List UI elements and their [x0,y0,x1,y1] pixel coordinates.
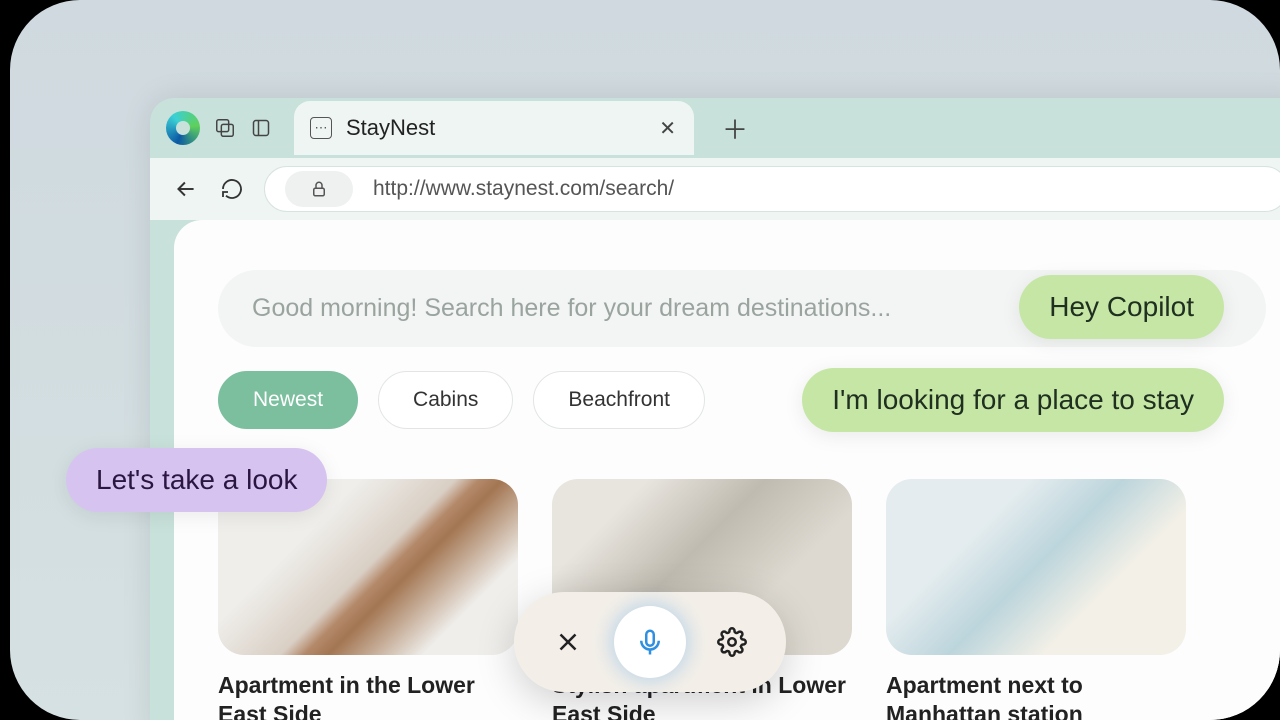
listing-card[interactable]: Apartment next to Manhattan station [886,479,1186,720]
refresh-button[interactable] [218,175,246,203]
tab-strip: ⋯ StayNest ✕ ＋ [150,98,1280,158]
back-button[interactable] [172,175,200,203]
address-row: http://www.staynest.com/search/ [150,158,1280,220]
settings-button[interactable] [710,620,754,664]
site-lock-icon[interactable] [285,171,353,207]
filter-newest[interactable]: Newest [218,371,358,429]
workspaces-icon[interactable] [214,117,236,139]
url-text: http://www.staynest.com/search/ [373,177,674,201]
address-bar[interactable]: http://www.staynest.com/search/ [264,166,1280,212]
copilot-assistant-bubble: Let's take a look [66,448,327,512]
listing-title: Apartment next to Manhattan station [886,671,1186,720]
listing-card[interactable]: Apartment in the Lower East Side [218,479,518,720]
edge-logo-icon[interactable] [166,111,200,145]
browser-tab[interactable]: ⋯ StayNest ✕ [294,101,694,155]
tab-actions-icon[interactable] [250,117,272,139]
tab-favicon-icon: ⋯ [310,117,332,139]
listing-title: Apartment in the Lower East Side [218,671,518,720]
filter-cabins[interactable]: Cabins [378,371,513,429]
filter-beachfront[interactable]: Beachfront [533,371,705,429]
device-frame: ⋯ StayNest ✕ ＋ http://www.staynest.com/s… [10,0,1280,720]
listing-image [886,479,1186,655]
copilot-user-bubble: I'm looking for a place to stay [802,368,1224,432]
new-tab-button[interactable]: ＋ [722,110,748,147]
copilot-user-bubble: Hey Copilot [1019,275,1224,339]
close-voice-button[interactable] [546,620,590,664]
microphone-button[interactable] [614,606,686,678]
copilot-voice-bar [514,592,786,692]
tab-title: StayNest [346,115,645,141]
tab-close-icon[interactable]: ✕ [659,116,676,141]
